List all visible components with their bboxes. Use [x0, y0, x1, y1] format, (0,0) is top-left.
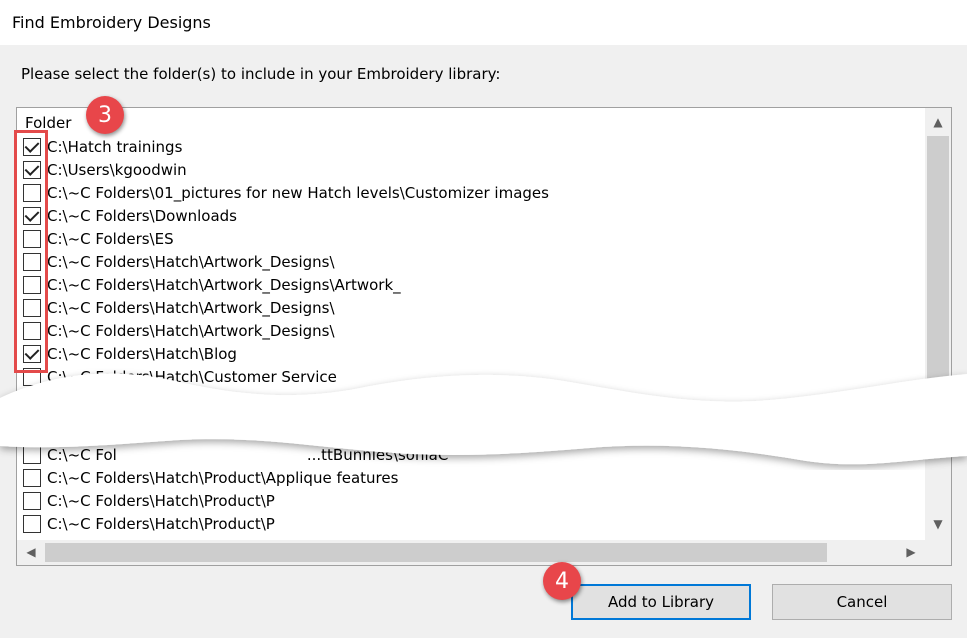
scroll-down-icon[interactable]: ▼: [928, 514, 948, 534]
folder-path: C:\~C Folders\01_pictures for new Hatch …: [47, 183, 549, 202]
instruction-text: Please select the folder(s) to include i…: [21, 65, 501, 83]
folder-path: C:\~C Folders\Hatch\Product\Applique fea…: [47, 468, 399, 487]
step-3-badge: 3: [86, 96, 124, 134]
torn-edge-overlay: [0, 373, 967, 465]
list-item[interactable]: C:\~C Folders\Hatch\Product\P: [23, 489, 275, 512]
folder-checkbox[interactable]: [23, 491, 41, 510]
horizontal-scrollbar[interactable]: ◀ ▶: [17, 540, 951, 565]
step-4-badge: 4: [543, 562, 581, 600]
vertical-scrollbar[interactable]: ▲ ▼: [925, 108, 951, 540]
list-item[interactable]: C:\~C Folders\Hatch\Product\P: [23, 512, 275, 535]
list-item[interactable]: C:\~C Folders\Hatch\Artwork_Designs\: [23, 250, 335, 273]
vertical-scroll-thumb[interactable]: [927, 136, 949, 396]
scroll-left-icon[interactable]: ◀: [21, 542, 41, 562]
list-item[interactable]: C:\~C Folders\Hatch\Artwork_Designs\: [23, 296, 335, 319]
folder-path: C:\~C Folders\Hatch\Artwork_Designs\Artw…: [47, 275, 401, 294]
folder-path: C:\~C Folders\Hatch\Artwork_Designs\: [47, 321, 335, 340]
window-title: Find Embroidery Designs: [12, 13, 211, 32]
folder-path: C:\Users\kgoodwin: [47, 160, 187, 179]
scroll-right-icon[interactable]: ▶: [901, 542, 921, 562]
title-bar: Find Embroidery Designs: [0, 0, 967, 46]
checkbox-highlight-box: [14, 130, 48, 373]
folder-path: C:\~C Folders\Hatch\Artwork_Designs\: [47, 252, 335, 271]
folder-path: C:\~C Folders\Hatch\Artwork_Designs\: [47, 298, 335, 317]
folder-path: C:\~C Folders\Hatch\Product\P: [47, 514, 275, 533]
horizontal-scroll-thumb[interactable]: [45, 543, 827, 562]
list-item[interactable]: C:\~C Folders\Hatch\Artwork_Designs\Artw…: [23, 273, 401, 296]
scrollbar-corner: [925, 540, 951, 565]
folder-path: C:\Hatch trainings: [47, 137, 183, 156]
list-item[interactable]: C:\~C Folders\Hatch\Artwork_Designs\: [23, 319, 335, 342]
folder-path: C:\~C Folders\ES: [47, 229, 174, 248]
list-item[interactable]: C:\~C Folders\01_pictures for new Hatch …: [23, 181, 549, 204]
scroll-up-icon[interactable]: ▲: [928, 112, 948, 132]
folder-list[interactable]: Folder C:\Hatch trainings C:\Users\kgood…: [16, 107, 952, 566]
list-item[interactable]: C:\~C Folders\Downloads: [23, 204, 237, 227]
folder-path: C:\~C Folders\Hatch\Product\P: [47, 491, 275, 510]
dialog-content: Please select the folder(s) to include i…: [0, 46, 967, 638]
folder-checkbox[interactable]: [23, 514, 41, 533]
folder-checkbox[interactable]: [23, 468, 41, 487]
add-to-library-button[interactable]: Add to Library: [571, 584, 751, 620]
folder-path: C:\~C Folders\Downloads: [47, 206, 237, 225]
cancel-button[interactable]: Cancel: [772, 584, 952, 620]
